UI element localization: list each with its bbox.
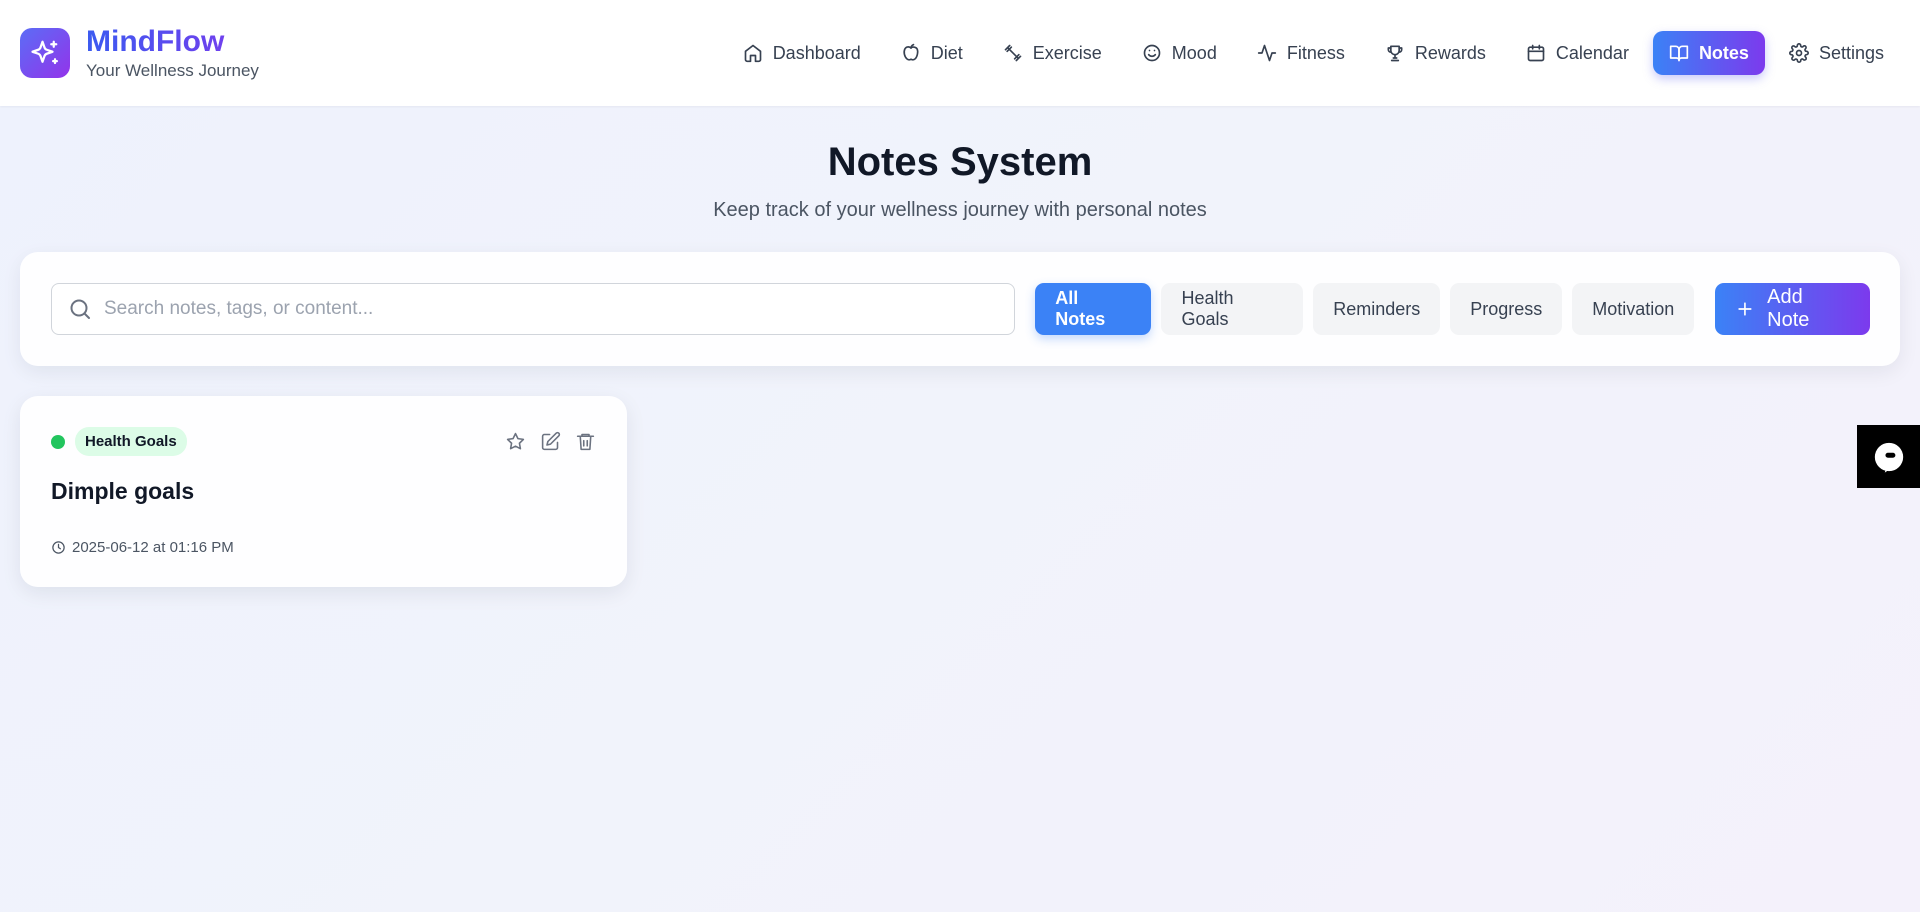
- page-title: Notes System: [827, 140, 1093, 184]
- nav-item-calendar[interactable]: Calendar: [1510, 31, 1645, 75]
- filter-health-goals[interactable]: Health Goals: [1161, 283, 1304, 335]
- nav-item-rewards[interactable]: Rewards: [1369, 31, 1502, 75]
- nav-item-notes[interactable]: Notes: [1652, 31, 1765, 75]
- calendar-icon: [1527, 44, 1545, 62]
- nav-item-mood[interactable]: Mood: [1126, 31, 1233, 75]
- note-timestamp: 2025-06-12 at 01:16 PM: [72, 539, 234, 556]
- nav-label: Notes: [1698, 42, 1749, 63]
- nav-label: Fitness: [1286, 42, 1345, 63]
- gear-icon: [1789, 43, 1809, 63]
- note-title: Dimple goals: [51, 478, 195, 504]
- note-card[interactable]: Health Goals Dimple goals 2025-06-12 at …: [20, 396, 627, 587]
- apple-icon: [903, 43, 919, 61]
- nav-item-settings[interactable]: Settings: [1773, 31, 1900, 75]
- brand[interactable]: MindFlow Your Wellness Journey: [20, 25, 259, 81]
- edit-icon[interactable]: [540, 431, 561, 452]
- notes-toolbar: All Notes Health Goals Reminders Progres…: [20, 252, 1900, 366]
- nav-label: Settings: [1818, 42, 1884, 63]
- filter-reminders[interactable]: Reminders: [1313, 283, 1441, 335]
- nav-item-dashboard[interactable]: Dashboard: [727, 31, 877, 75]
- main-content: Notes System Keep track of your wellness…: [0, 140, 1920, 587]
- smile-icon: [1143, 44, 1161, 62]
- page-subtitle: Keep track of your wellness journey with…: [713, 199, 1207, 221]
- nav-label: Exercise: [1032, 42, 1102, 63]
- chat-icon: [1874, 442, 1903, 473]
- plus-icon: [1738, 302, 1752, 316]
- search-icon: [70, 299, 90, 319]
- filter-motivation[interactable]: Motivation: [1572, 283, 1695, 335]
- add-note-button[interactable]: Add Note: [1715, 283, 1870, 335]
- sparkles-icon: [20, 28, 70, 78]
- main-nav: Dashboard Diet Exercise Mood Fitness Rew…: [727, 31, 1900, 75]
- nav-label: Mood: [1171, 42, 1217, 63]
- chat-help-button[interactable]: [1857, 425, 1920, 488]
- book-icon: [1669, 45, 1689, 62]
- note-tag: Health Goals: [75, 427, 187, 456]
- filter-group: All Notes Health Goals Reminders Progres…: [1035, 283, 1695, 335]
- star-icon[interactable]: [505, 431, 526, 452]
- add-note-label: Add Note: [1767, 286, 1810, 331]
- top-navigation-bar: MindFlow Your Wellness Journey Dashboard…: [0, 0, 1920, 106]
- nav-item-fitness[interactable]: Fitness: [1241, 31, 1361, 75]
- category-dot: [51, 434, 65, 449]
- home-icon: [744, 44, 762, 63]
- nav-item-exercise[interactable]: Exercise: [987, 31, 1118, 75]
- search-box[interactable]: [51, 283, 1016, 335]
- filter-progress[interactable]: Progress: [1450, 283, 1563, 335]
- brand-name: MindFlow: [86, 25, 259, 58]
- activity-icon: [1257, 44, 1276, 62]
- filter-all-notes[interactable]: All Notes: [1035, 283, 1152, 335]
- clock-icon: [52, 541, 65, 554]
- search-input[interactable]: [104, 298, 999, 320]
- brand-tagline: Your Wellness Journey: [86, 61, 259, 81]
- dumbbell-icon: [1004, 44, 1022, 62]
- nav-label: Diet: [930, 42, 963, 63]
- trophy-icon: [1387, 45, 1403, 62]
- nav-label: Calendar: [1555, 42, 1629, 63]
- nav-item-diet[interactable]: Diet: [885, 31, 979, 75]
- nav-label: Rewards: [1414, 42, 1486, 63]
- nav-label: Dashboard: [772, 42, 861, 63]
- trash-icon[interactable]: [575, 431, 596, 452]
